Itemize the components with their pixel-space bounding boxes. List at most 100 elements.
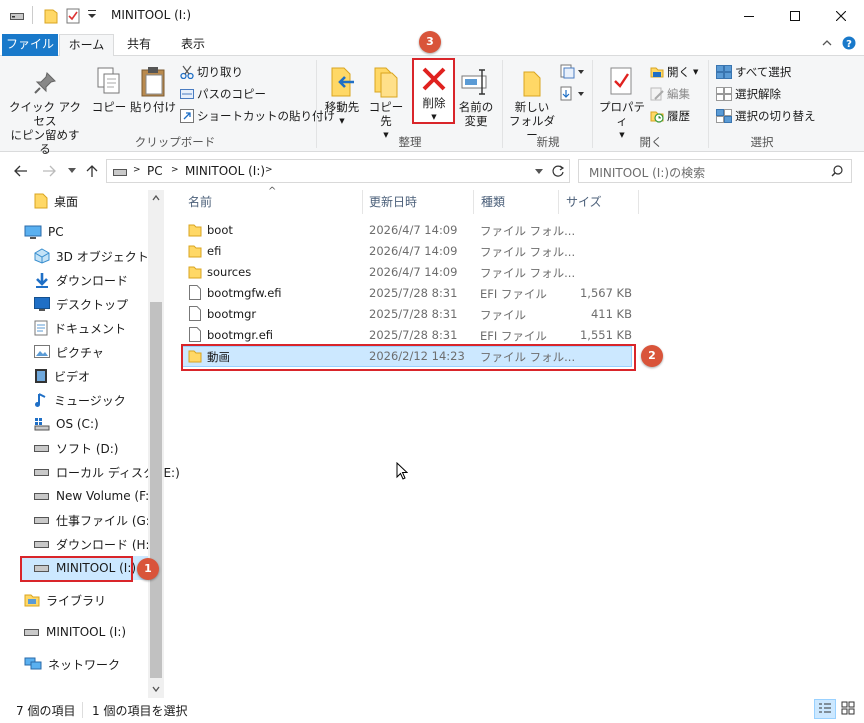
column-divider[interactable] <box>638 190 639 214</box>
search-field[interactable]: MINITOOL (I:)の検索 <box>578 159 852 183</box>
clipboard-group-label: クリップボード <box>134 135 216 149</box>
paste-shortcut-button[interactable]: ショートカットの貼り付け <box>180 106 335 126</box>
nav-item-documents[interactable]: ドキュメント <box>34 317 126 339</box>
column-header-name[interactable]: 名前 <box>188 190 212 214</box>
up-arrow-icon[interactable] <box>86 164 98 178</box>
breadcrumb-minitool[interactable]: MINITOOL (I:) <box>185 164 265 178</box>
tab-file[interactable]: ファイル <box>2 34 58 56</box>
properties-button[interactable]: プロパティ ▼ <box>596 66 648 142</box>
file-row[interactable]: bootmgfw.efi 2025/7/28 8:31 EFI ファイル 1,5… <box>182 283 632 304</box>
file-icon <box>189 285 201 300</box>
nav-item-drive-d[interactable]: ソフト (D:) <box>34 437 118 459</box>
paste-button[interactable]: 貼り付け <box>130 66 176 114</box>
breadcrumb-chevron-icon[interactable]: > <box>133 165 141 175</box>
file-row[interactable]: efi 2026/4/7 14:09 ファイル フォル... <box>182 241 632 262</box>
copy-path-button[interactable]: パスのコピー <box>180 84 266 104</box>
nav-item-desktop-folder[interactable]: 桌面 <box>34 190 78 212</box>
column-header-size[interactable]: サイズ <box>566 190 602 214</box>
column-divider[interactable] <box>362 190 363 214</box>
help-icon[interactable]: ? <box>842 36 856 50</box>
history-icon <box>650 109 664 123</box>
breadcrumb-chevron-icon[interactable]: > <box>171 165 179 175</box>
tab-share[interactable]: 共有 <box>116 34 162 56</box>
cut-button[interactable]: 切り取り <box>180 62 243 82</box>
file-row[interactable]: boot 2026/4/7 14:09 ファイル フォル... <box>182 220 632 241</box>
breadcrumb-chevron-icon[interactable]: > <box>265 165 273 175</box>
column-divider[interactable] <box>473 190 474 214</box>
tab-view[interactable]: 表示 <box>170 34 216 56</box>
nav-item-drive-h[interactable]: ダウンロード (H:) <box>34 533 154 555</box>
nav-item-videos[interactable]: ビデオ <box>34 365 90 387</box>
column-divider[interactable] <box>558 190 559 214</box>
open-group-label: 開く <box>639 135 663 149</box>
organize-group-label: 整理 <box>398 135 422 149</box>
breadcrumb-pc[interactable]: PC <box>147 164 163 178</box>
ribbon-collapse-icon[interactable] <box>822 38 832 48</box>
file-row[interactable]: bootmgr.efi 2025/7/28 8:31 EFI ファイル 1,55… <box>182 325 632 346</box>
nav-item-downloads[interactable]: ダウンロード <box>34 269 128 291</box>
file-list: ^ 名前 更新日時 種類 サイズ boot 2026/4/7 14:09 ファイ… <box>176 186 864 698</box>
divider <box>32 6 34 24</box>
nav-item-os-c[interactable]: OS (C:) <box>34 413 99 435</box>
os-drive-icon <box>34 417 50 431</box>
group-divider <box>502 60 503 148</box>
pin-quick-access-button[interactable]: クイック アクセス にピン留めする <box>6 70 84 156</box>
nav-item-pc[interactable]: PC <box>24 221 64 243</box>
address-history-icon[interactable] <box>535 169 543 174</box>
back-arrow-icon[interactable] <box>14 165 28 177</box>
properties-quick-icon[interactable] <box>66 8 80 24</box>
copy-button[interactable]: コピー <box>88 66 130 114</box>
new-item-icon[interactable] <box>560 64 584 80</box>
open-button[interactable]: 開く ▼ <box>650 62 698 82</box>
nav-item-pictures[interactable]: ピクチャ <box>34 341 104 363</box>
column-header-type[interactable]: 種類 <box>481 190 505 214</box>
search-icon[interactable] <box>831 165 843 177</box>
nav-item-minitool-drive[interactable]: MINITOOL (I:) <box>24 621 126 643</box>
easy-access-icon[interactable] <box>560 86 584 102</box>
details-view-button[interactable] <box>814 699 836 719</box>
nav-item-music[interactable]: ミュージック <box>34 389 126 411</box>
invert-selection-button[interactable]: 選択の切り替え <box>716 106 816 126</box>
edit-button[interactable]: 編集 <box>650 84 690 104</box>
nav-item-drive-g[interactable]: 仕事ファイル (G:) <box>34 509 155 531</box>
highlight-box-delete <box>412 58 455 124</box>
rename-button[interactable]: 名前の 変更 <box>456 66 496 128</box>
scroll-thumb[interactable] <box>150 302 162 678</box>
scroll-up-icon[interactable] <box>152 195 160 201</box>
nav-item-network[interactable]: ネットワーク <box>24 653 120 675</box>
edit-icon <box>650 87 664 101</box>
nav-item-desktop[interactable]: デスクトップ <box>34 293 128 315</box>
status-selected-count: 1 個の項目を選択 <box>92 704 188 718</box>
tab-home[interactable]: ホーム <box>59 34 114 57</box>
nav-item-drive-f[interactable]: New Volume (F:) <box>34 485 154 507</box>
file-name: bootmgfw.efi <box>207 286 282 300</box>
large-icons-view-button[interactable] <box>838 699 860 719</box>
file-row[interactable]: sources 2026/4/7 14:09 ファイル フォル... <box>182 262 632 283</box>
callout-badge-3: 3 <box>419 31 441 53</box>
maximize-button[interactable] <box>772 0 818 32</box>
history-button[interactable]: 履歴 <box>650 106 690 126</box>
select-none-button[interactable]: 選択解除 <box>716 84 781 104</box>
desktop-icon <box>34 297 50 311</box>
nav-item-3d-objects[interactable]: 3D オブジェクト <box>34 245 149 267</box>
forward-arrow-icon[interactable] <box>42 165 56 177</box>
customize-quick-access-icon[interactable] <box>88 10 96 20</box>
new-folder-quick-icon[interactable] <box>44 8 58 24</box>
new-folder-button[interactable]: 新しい フォルダー <box>506 66 558 142</box>
refresh-icon[interactable] <box>551 164 565 178</box>
copy-to-button[interactable]: コピー先 ▼ <box>364 66 408 142</box>
nav-item-libraries[interactable]: ライブラリ <box>24 589 106 611</box>
close-button[interactable] <box>818 0 864 32</box>
recent-locations-icon[interactable] <box>68 168 76 174</box>
scroll-down-icon[interactable] <box>152 686 160 692</box>
select-all-button[interactable]: すべて選択 <box>716 62 791 82</box>
file-row[interactable]: bootmgr 2025/7/28 8:31 ファイル 411 KB <box>182 304 632 325</box>
column-header-date[interactable]: 更新日時 <box>369 190 417 214</box>
move-to-button[interactable]: 移動先 ▼ <box>322 66 362 128</box>
nav-scrollbar[interactable] <box>148 190 164 698</box>
documents-icon <box>34 320 48 336</box>
paste-shortcut-icon <box>180 109 194 123</box>
address-field[interactable]: > PC > MINITOOL (I:) > <box>106 159 570 183</box>
highlight-box-minitool <box>20 556 133 582</box>
minimize-button[interactable] <box>726 0 772 32</box>
